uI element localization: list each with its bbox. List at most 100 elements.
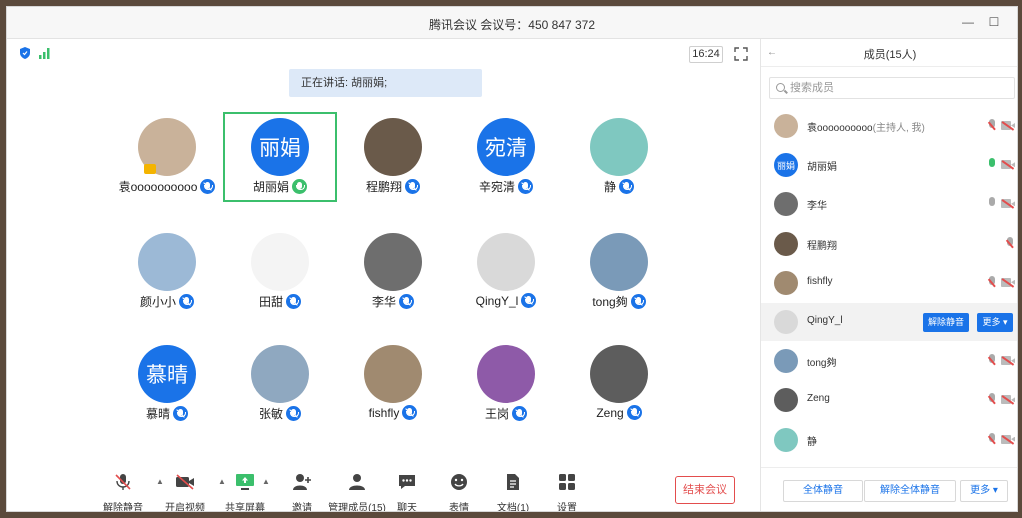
camera-off-icon[interactable] (1001, 120, 1015, 131)
participant-tile[interactable]: 李华 (336, 227, 450, 317)
search-icon (776, 83, 785, 92)
mic-muted-icon (173, 406, 188, 421)
participant-name: 胡丽娟 (252, 180, 289, 194)
participant-tile[interactable]: tong夠 (562, 227, 676, 317)
smiley-icon (451, 474, 467, 490)
participant-tile[interactable]: 静 (562, 112, 676, 202)
member-unmute-button[interactable]: 解除静音 (923, 313, 969, 332)
mute-all-button[interactable]: 全体静音 (783, 480, 863, 502)
panel-more-label: 更多 (970, 485, 991, 496)
camera-off-icon[interactable] (1001, 277, 1015, 288)
member-search-input[interactable]: 搜索成员 (769, 77, 1015, 99)
meeting-toolbar: 解除静音 ▲ 开启视频 ▲ 共享屏幕 ▲ 邀请 管理成员(15) 聊天 表情 文… (7, 465, 760, 511)
mic-muted-icon[interactable] (987, 197, 997, 211)
mic-muted-icon (179, 294, 194, 309)
mic-muted-icon[interactable] (987, 275, 997, 290)
member-name: QingY_l (807, 315, 843, 326)
end-meeting-button[interactable]: 结束会议 (675, 476, 735, 504)
participant-tile[interactable]: QingY_l (449, 227, 563, 317)
participant-name-row: 程鹏翔 (336, 178, 450, 195)
participant-name-row: 李华 (336, 293, 450, 310)
participant-tile[interactable]: 程鹏翔 (336, 112, 450, 202)
mic-active-icon (292, 179, 307, 194)
speaking-banner: 正在讲话: 胡丽娟; (289, 69, 482, 97)
participant-name: Zeng (596, 406, 624, 420)
participant-avatar (364, 345, 422, 403)
participant-avatar (590, 118, 648, 176)
member-row[interactable]: 袁oooooooooo(主持人, 我) (761, 107, 1017, 145)
signal-icon[interactable] (39, 47, 51, 59)
member-avatar (774, 114, 798, 138)
participant-tile[interactable]: 颜小小 (110, 227, 224, 317)
camera-off-icon (176, 474, 194, 490)
camera-off-icon[interactable] (1001, 198, 1015, 209)
shield-icon[interactable] (19, 47, 31, 59)
member-name-row: 袁oooooooooo(主持人, 我) (807, 119, 925, 134)
panel-more-button[interactable]: 更多 ▾ (960, 480, 1008, 502)
participant-tile[interactable]: 宛清 辛宛清 (449, 112, 563, 202)
member-more-button[interactable]: 更多 ▾ (977, 313, 1013, 332)
settings-button[interactable]: 设置 (535, 473, 599, 511)
mic-active-icon[interactable] (987, 158, 997, 172)
mic-muted-icon[interactable] (987, 393, 997, 407)
mic-muted-icon[interactable] (987, 432, 997, 447)
member-name: 袁oooooooooo (807, 123, 873, 134)
participant-tile[interactable]: 王岗 (449, 339, 563, 429)
member-name-row: 静 (807, 433, 817, 448)
participant-tile[interactable]: 丽娟 胡丽娟 (223, 112, 337, 202)
mic-muted-icon (619, 179, 634, 194)
mic-muted-icon[interactable] (987, 354, 997, 368)
mic-muted-icon (518, 179, 533, 194)
fullscreen-icon[interactable] (734, 47, 748, 61)
camera-off-icon[interactable] (1001, 394, 1015, 405)
participant-name-row: 胡丽娟 (225, 178, 335, 195)
minimize-icon[interactable]: — (961, 15, 975, 29)
unmute-all-button[interactable]: 解除全体静音 (864, 480, 956, 502)
participant-avatar: 慕晴 (138, 345, 196, 403)
participant-tile[interactable]: 张敏 (223, 339, 337, 429)
participant-avatar (138, 233, 196, 291)
mic-muted-icon (521, 293, 537, 308)
mic-muted-icon[interactable] (987, 119, 997, 133)
member-name-row: QingY_l (807, 315, 843, 326)
mic-muted-icon (512, 406, 527, 421)
participant-tile[interactable]: fishfly (336, 339, 450, 429)
member-row[interactable]: 丽娟 胡丽娟 (761, 146, 1017, 184)
member-avatar (774, 427, 798, 452)
member-name: 胡丽娟 (807, 162, 837, 174)
participant-tile[interactable]: 田甜 (223, 227, 337, 317)
participant-tile[interactable]: Zeng (562, 339, 676, 429)
share-caret-icon[interactable]: ▲ (262, 477, 270, 486)
member-name-row: 李华 (807, 197, 827, 212)
member-row[interactable]: tong夠 (761, 342, 1017, 380)
participant-name: QingY_l (475, 294, 519, 308)
participant-avatar (590, 345, 648, 403)
video-button[interactable]: 开启视频 (153, 473, 217, 511)
unmute-button[interactable]: 解除静音 (91, 473, 155, 511)
member-avatar (774, 192, 798, 217)
camera-off-icon[interactable] (1001, 159, 1015, 170)
members-panel-title: 成员(15人) (863, 49, 917, 61)
member-avatar (774, 388, 798, 413)
member-row[interactable]: QingY_l 解除静音 更多 ▾ (761, 303, 1017, 341)
member-avatar (774, 310, 798, 334)
participant-name-row: tong夠 (562, 293, 676, 310)
member-row[interactable]: 静 (761, 421, 1017, 459)
member-row[interactable]: 程鹏翔 (761, 225, 1017, 263)
maximize-icon[interactable]: ☐ (987, 15, 1001, 29)
participant-name-row: fishfly (336, 405, 450, 420)
camera-off-icon[interactable] (1001, 434, 1015, 445)
avatar-initials: 丽娟 (776, 160, 795, 171)
participant-tile[interactable]: 袁oooooooooo (110, 112, 224, 202)
member-name: 程鹏翔 (807, 240, 837, 252)
member-row[interactable]: 李华 (761, 185, 1017, 223)
participant-tile[interactable]: 慕晴 慕晴 (110, 339, 224, 429)
member-row[interactable]: Zeng (761, 381, 1017, 419)
member-name: fishfly (807, 275, 833, 287)
share-screen-icon (236, 474, 254, 490)
mic-muted-icon (405, 179, 420, 194)
participant-name: 田甜 (258, 295, 283, 309)
camera-off-icon[interactable] (1001, 355, 1015, 366)
mic-muted-icon[interactable] (1005, 236, 1015, 251)
member-row[interactable]: fishfly (761, 264, 1017, 302)
